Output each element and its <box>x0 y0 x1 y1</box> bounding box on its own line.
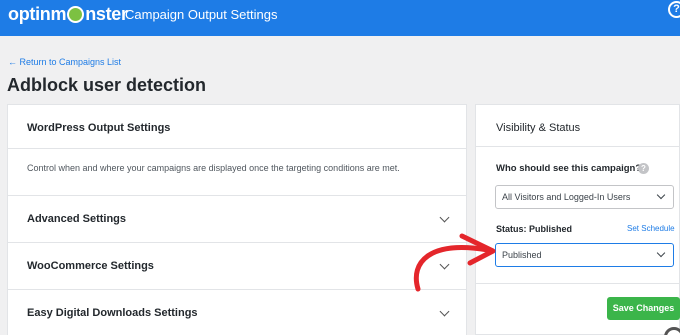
top-bar: optinm nster Campaign Output Settings ? <box>0 0 680 36</box>
status-select[interactable]: Published <box>495 243 674 267</box>
section-wordpress-output-body: Control when and where your campaigns ar… <box>8 149 466 196</box>
divider <box>476 283 679 284</box>
visibility-status-panel: Visibility & Status Who should see this … <box>475 104 680 335</box>
help-icon[interactable]: ? <box>668 1 680 18</box>
section-title: WooCommerce Settings <box>27 260 154 272</box>
save-changes-button[interactable]: Save Changes <box>607 297 680 320</box>
output-settings-panel: WordPress Output Settings Control when a… <box>7 104 467 335</box>
section-advanced-settings[interactable]: Advanced Settings <box>8 196 466 243</box>
set-schedule-link[interactable]: Set Schedule <box>627 224 675 233</box>
panel-title: Visibility & Status <box>496 122 581 134</box>
question-icon[interactable]: ? <box>638 163 649 174</box>
section-woocommerce-settings[interactable]: WooCommerce Settings <box>8 243 466 290</box>
status-label: Status: Published <box>496 224 573 234</box>
section-title: Easy Digital Downloads Settings <box>27 307 198 319</box>
divider <box>476 146 679 147</box>
chevron-down-icon[interactable] <box>439 212 450 223</box>
who-should-see-label: Who should see this campaign? <box>496 163 642 174</box>
return-to-campaigns-link[interactable]: ← Return to Campaigns List <box>8 57 121 67</box>
section-title: Advanced Settings <box>27 213 127 225</box>
visibility-select[interactable]: All Visitors and Logged-In Users <box>495 185 674 209</box>
section-edd-settings[interactable]: Easy Digital Downloads Settings <box>8 290 466 335</box>
section-wordpress-output: WordPress Output Settings <box>8 105 466 149</box>
logo-monster-icon <box>67 6 85 23</box>
header-title: Campaign Output Settings <box>125 7 278 22</box>
section-title: WordPress Output Settings <box>27 122 171 134</box>
optinmonster-logo[interactable]: optinm nster <box>8 4 128 25</box>
chevron-down-icon <box>656 248 666 258</box>
section-description: Control when and where your campaigns ar… <box>27 163 400 173</box>
chevron-down-icon <box>656 190 666 200</box>
chevron-down-icon[interactable] <box>439 306 450 317</box>
chevron-down-icon[interactable] <box>439 259 450 270</box>
page-title: Adblock user detection <box>7 75 207 95</box>
